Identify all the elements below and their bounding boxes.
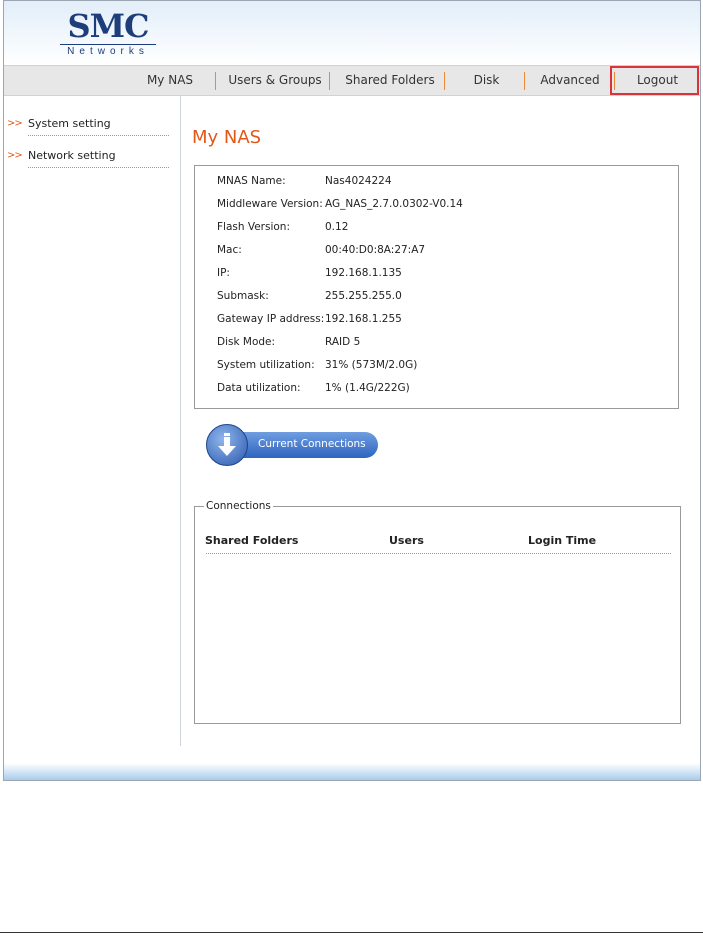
info-value: AG_NAS_2.7.0.0302-V0.14: [325, 198, 463, 210]
button-label: Current Connections: [258, 438, 366, 450]
nav-my-nas[interactable]: My NAS: [140, 66, 200, 95]
sidebar: >> System setting >> Network setting: [4, 96, 181, 746]
info-row: Flash Version: 0.12: [217, 221, 667, 239]
info-row: Disk Mode: RAID 5: [217, 336, 667, 354]
nav-users-groups[interactable]: Users & Groups: [220, 66, 330, 95]
sidebar-divider: [28, 167, 169, 168]
download-arrow-icon: [206, 424, 248, 466]
nav-shared-folders[interactable]: Shared Folders: [335, 66, 445, 95]
top-nav-bar: My NAS Users & Groups Shared Folders Dis…: [4, 65, 700, 96]
nav-disk[interactable]: Disk: [449, 66, 524, 95]
info-label: Disk Mode:: [217, 336, 276, 348]
double-chevron-right-icon: >>: [7, 150, 23, 161]
column-header-login-time: Login Time: [528, 534, 597, 547]
connections-legend: Connections: [206, 500, 271, 512]
info-label: Gateway IP address:: [217, 313, 325, 325]
page-title: My NAS: [192, 127, 262, 148]
info-row: System utilization: 31% (573M/2.0G): [217, 359, 667, 377]
header-banner: SMC Networks: [4, 1, 700, 65]
info-label: IP:: [217, 267, 230, 279]
nav-separator: [444, 72, 445, 90]
sidebar-item-label: Network setting: [28, 149, 116, 162]
column-header-shared-folders: Shared Folders: [205, 534, 299, 547]
sidebar-item-label: System setting: [28, 117, 111, 130]
info-label: Submask:: [217, 290, 269, 302]
nas-admin-window: SMC Networks My NAS Users & Groups Share…: [3, 0, 701, 781]
smc-logo: SMC Networks: [56, 9, 160, 59]
info-value: 0.12: [325, 221, 349, 233]
nav-separator: [329, 72, 330, 90]
system-info-panel: MNAS Name: Nas4024224 Middleware Version…: [194, 165, 679, 409]
nav-separator: [524, 72, 525, 90]
logo-brand-text: SMC: [67, 7, 150, 45]
info-value: 1% (1.4G/222G): [325, 382, 410, 394]
nav-logout[interactable]: Logout: [616, 66, 699, 95]
table-header-divider: [206, 553, 671, 554]
sidebar-item-network-setting[interactable]: >> Network setting: [4, 146, 172, 172]
info-row: Data utilization: 1% (1.4G/222G): [217, 382, 667, 400]
info-value: RAID 5: [325, 336, 361, 348]
column-header-users: Users: [389, 534, 424, 547]
info-label: System utilization:: [217, 359, 315, 371]
info-row: Mac: 00:40:D0:8A:27:A7: [217, 244, 667, 262]
info-label: Data utilization:: [217, 382, 301, 394]
info-value: 00:40:D0:8A:27:A7: [325, 244, 426, 256]
info-label: Flash Version:: [217, 221, 291, 233]
logo-sub-text: Networks: [60, 44, 156, 58]
info-row: Middleware Version: AG_NAS_2.7.0.0302-V0…: [217, 198, 667, 216]
info-row: IP: 192.168.1.135: [217, 267, 667, 285]
nav-advanced[interactable]: Advanced: [529, 66, 611, 95]
info-value: 31% (573M/2.0G): [325, 359, 418, 371]
info-value: 192.168.1.135: [325, 267, 402, 279]
double-chevron-right-icon: >>: [7, 118, 23, 129]
nav-separator: [614, 72, 615, 90]
info-value: Nas4024224: [325, 175, 392, 187]
sidebar-divider: [28, 135, 169, 136]
page-bottom-rule: [0, 932, 703, 933]
info-label: MNAS Name:: [217, 175, 286, 187]
info-row: MNAS Name: Nas4024224: [217, 175, 667, 193]
info-value: 255.255.255.0: [325, 290, 402, 302]
info-label: Middleware Version:: [217, 198, 323, 210]
info-label: Mac:: [217, 244, 242, 256]
info-value: 192.168.1.255: [325, 313, 402, 325]
info-row: Submask: 255.255.255.0: [217, 290, 667, 308]
current-connections-button[interactable]: Current Connections: [204, 424, 382, 466]
sidebar-item-system-setting[interactable]: >> System setting: [4, 114, 172, 140]
footer-bar: [4, 763, 700, 780]
nav-separator: [215, 72, 216, 90]
info-row: Gateway IP address: 192.168.1.255: [217, 313, 667, 331]
